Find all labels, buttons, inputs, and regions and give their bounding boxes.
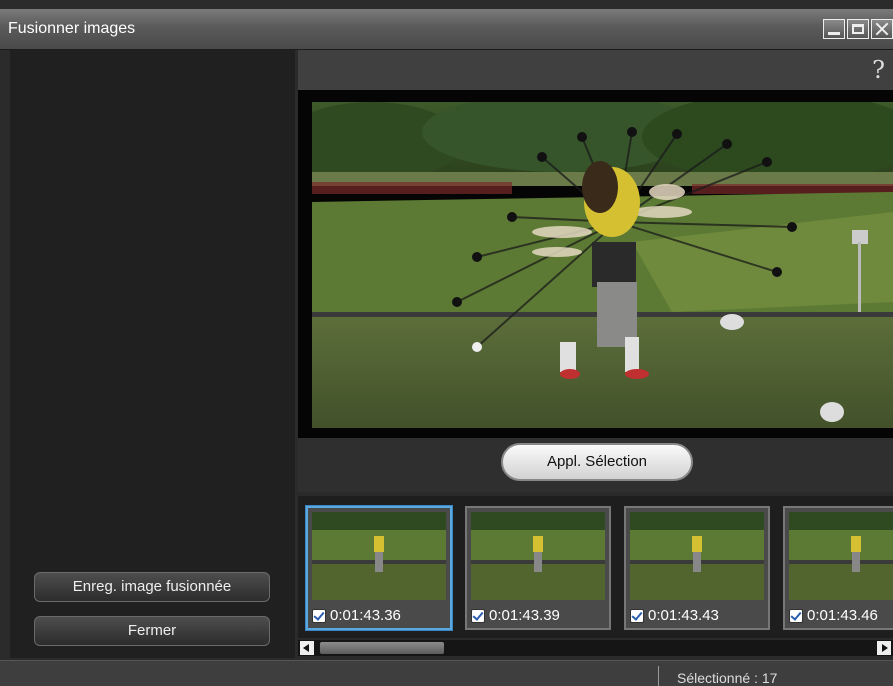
preview-frame (298, 90, 893, 486)
left-panel: Enreg. image fusionnée Fermer (10, 50, 295, 658)
thumbnail-scrollbar[interactable] (298, 640, 893, 656)
title-bar[interactable]: Fusionner images (0, 9, 893, 50)
status-bar: Sélectionné : 17 (0, 660, 893, 686)
save-merged-image-button[interactable]: Enreg. image fusionnée (34, 572, 270, 602)
thumbnail-image (630, 512, 764, 600)
checkbox-checked-icon[interactable] (789, 608, 803, 623)
thumbnail-time: 0:01:43.43 (648, 607, 719, 624)
arrow-left-icon[interactable] (300, 641, 314, 655)
thumbnail-item[interactable]: 0:01:43.39 (465, 506, 611, 630)
checkbox-checked-icon[interactable] (471, 608, 485, 623)
thumbnail-item[interactable]: 0:01:43.36 (306, 506, 452, 630)
close-button[interactable]: Fermer (34, 616, 270, 646)
scrollbar-thumb[interactable] (320, 642, 444, 654)
selected-count: Sélectionné : 17 (677, 670, 778, 686)
thumbnail-time: 0:01:43.39 (489, 607, 560, 624)
checkbox-checked-icon[interactable] (630, 608, 644, 623)
thumbnail-image (312, 512, 446, 600)
thumbnail-time: 0:01:43.46 (807, 607, 878, 624)
status-divider (658, 666, 659, 686)
minimize-icon[interactable] (823, 19, 845, 39)
thumbnail-time: 0:01:43.36 (330, 607, 401, 624)
apply-selection-button[interactable]: Appl. Sélection (501, 443, 693, 481)
help-bar: ? (298, 50, 893, 90)
arrow-right-icon[interactable] (877, 641, 891, 655)
checkbox-checked-icon[interactable] (312, 608, 326, 623)
thumbnail-item[interactable]: 0:01:43.43 (624, 506, 770, 630)
window-title: Fusionner images (8, 20, 136, 37)
apply-bar: Appl. Sélection (298, 438, 893, 492)
merged-preview-image (312, 102, 893, 428)
close-icon[interactable] (871, 19, 893, 39)
right-panel: ? Appl. Sélection 0:01:43.36 0:01:43.39 … (298, 50, 893, 658)
help-icon[interactable]: ? (872, 56, 885, 84)
thumbnail-item[interactable]: 0:01:43.46 (783, 506, 893, 630)
maximize-icon[interactable] (847, 19, 869, 39)
merge-images-window: Fusionner images Enreg. image fusionnée … (0, 0, 893, 686)
thumbnail-strip: 0:01:43.36 0:01:43.39 0:01:43.43 0:01:43… (298, 496, 893, 638)
thumbnail-image (471, 512, 605, 600)
thumbnail-image (789, 512, 893, 600)
